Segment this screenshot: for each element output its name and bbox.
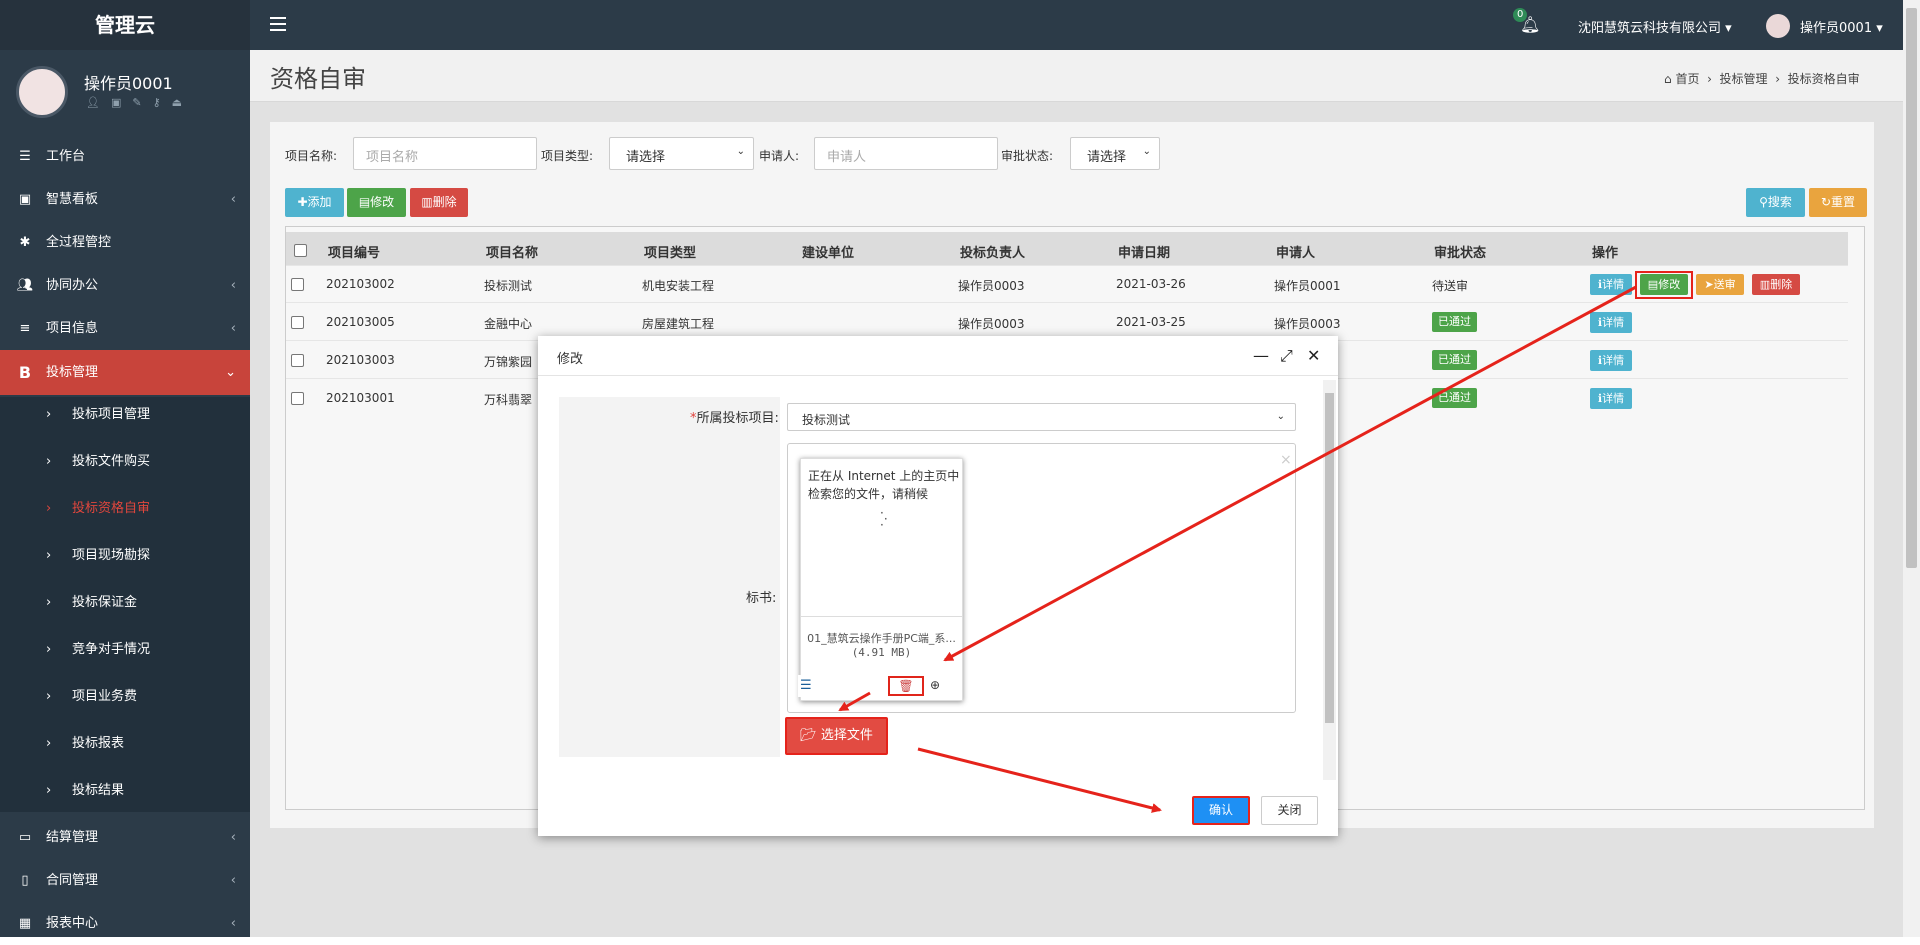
annotation-arrow <box>943 285 1637 662</box>
annotation-arrows <box>838 285 1637 813</box>
annotation-arrow <box>838 691 871 712</box>
annotation-arrow <box>917 747 1162 813</box>
